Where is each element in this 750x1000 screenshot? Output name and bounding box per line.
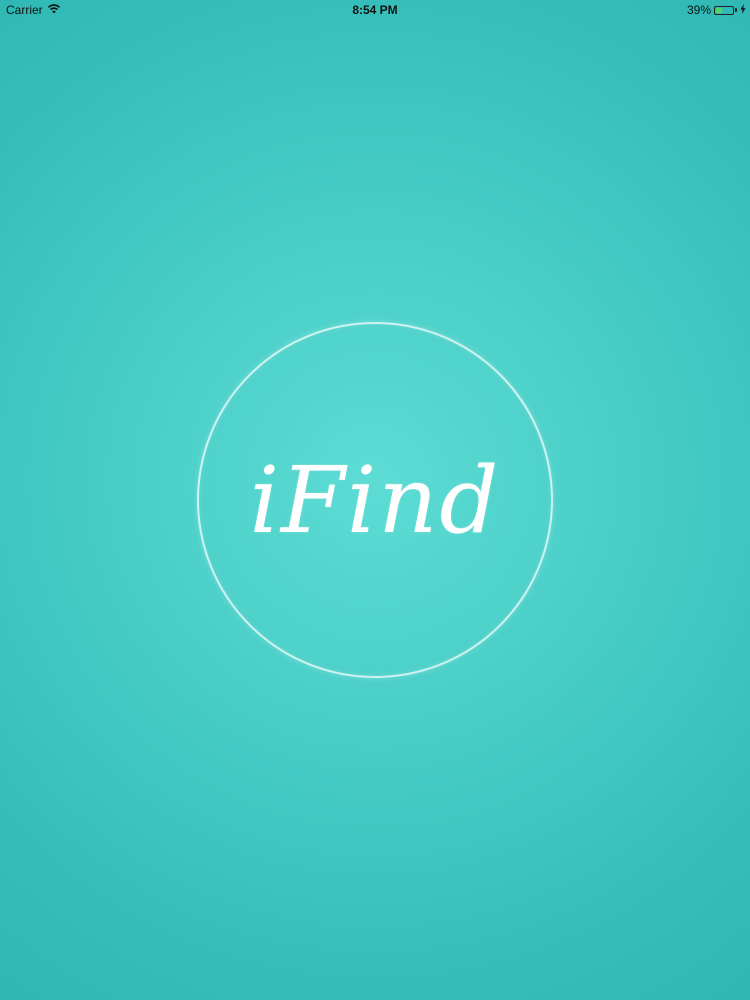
battery-fill (716, 7, 723, 13)
logo-circle: iFind (197, 322, 553, 678)
status-left: Carrier (6, 3, 61, 17)
charging-bolt-icon (740, 3, 746, 17)
status-time: 8:54 PM (352, 3, 398, 17)
battery-icon (714, 5, 734, 15)
carrier-label: Carrier (6, 3, 43, 17)
wifi-icon (47, 3, 61, 17)
app-logo-text: iFind (249, 447, 501, 554)
battery-percent: 39% (686, 3, 711, 17)
battery-cap (735, 8, 737, 12)
status-right: 39% (687, 3, 746, 17)
status-bar: Carrier 8:54 PM 39% (0, 0, 750, 20)
